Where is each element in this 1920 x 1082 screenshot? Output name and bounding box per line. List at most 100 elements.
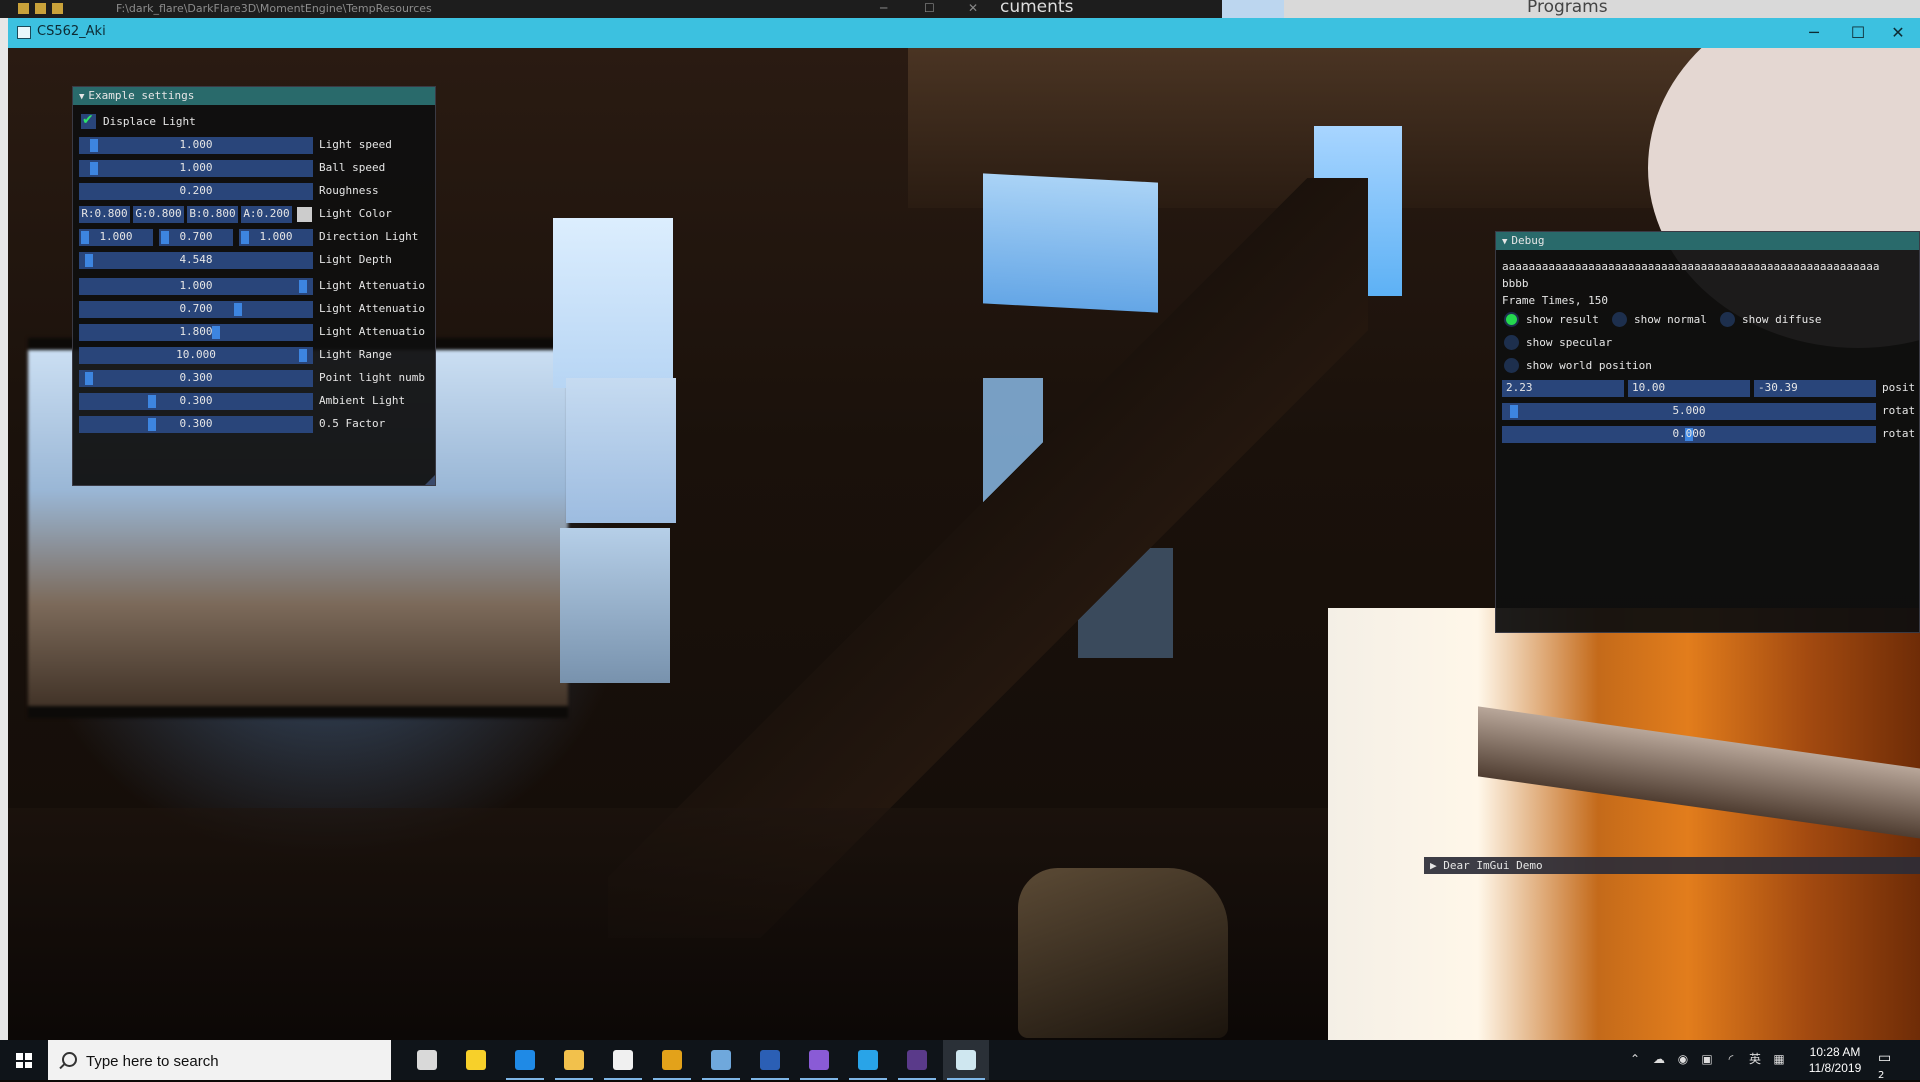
show-result-radio[interactable] [1504, 312, 1519, 327]
light-attenuation-2-slider[interactable]: 0.700 [79, 301, 313, 318]
direction-light-x-slider[interactable]: 1.000 [79, 229, 153, 246]
background-minimize-icon[interactable]: ─ [880, 1, 887, 15]
taskbar-app-steam[interactable] [698, 1040, 744, 1080]
roughness-slider[interactable]: 0.200 [79, 183, 313, 200]
clock[interactable]: 10:28 AM 11/8/2019 [1800, 1044, 1870, 1076]
mail-icon [613, 1050, 633, 1070]
taskbar-app-vscode[interactable] [845, 1040, 891, 1080]
background-window-edge [1222, 0, 1284, 18]
debug-text-line-1: aaaaaaaaaaaaaaaaaaaaaaaaaaaaaaaaaaaaaaaa… [1502, 260, 1880, 273]
position-y-field[interactable]: 10.00 [1628, 380, 1750, 397]
ambient-light-slider[interactable]: 0.300 [79, 393, 313, 410]
rotation-2-slider[interactable]: 0.000 [1502, 426, 1876, 443]
keyboard-icon[interactable]: ▦ [1772, 1052, 1786, 1066]
collapse-triangle-icon[interactable]: ▼ [79, 92, 84, 102]
position-x-field[interactable]: 2.23 [1502, 380, 1624, 397]
example-settings-panel[interactable]: ▼ Example settings ✔ Displace Light 1.000… [72, 86, 436, 486]
taskbar-app-edge[interactable] [502, 1040, 548, 1080]
light-attenuation-1-slider[interactable]: 1.000 [79, 278, 313, 295]
notification-center-icon[interactable]: ▭ 2 [1878, 1050, 1898, 1081]
minimize-button[interactable]: ─ [1792, 20, 1836, 46]
collapse-triangle-icon[interactable]: ▼ [1502, 237, 1507, 247]
show-diffuse-radio[interactable] [1720, 312, 1735, 327]
slider-value: 0.300 [179, 417, 213, 430]
device-icon[interactable]: ▣ [1700, 1052, 1714, 1066]
edge-icon [515, 1050, 535, 1070]
displace-light-checkbox[interactable]: ✔ [81, 112, 96, 129]
color-g-value: G:0.800 [135, 207, 182, 220]
taskbar-search[interactable] [48, 1040, 391, 1080]
expand-triangle-icon[interactable]: ▶ [1430, 859, 1437, 872]
point-light-number-slider[interactable]: 0.300 [79, 370, 313, 387]
background-documents-window[interactable]: cuments [1000, 0, 1222, 18]
light-color-r-field[interactable]: R:0.800 [79, 206, 130, 223]
light-depth-slider[interactable]: 4.548 [79, 252, 313, 269]
point-light-number-label: Point light numb [319, 371, 425, 384]
show-diffuse-label: show diffuse [1742, 313, 1822, 326]
taskbar-app-mail[interactable] [600, 1040, 646, 1080]
maximize-button[interactable]: ☐ [1836, 20, 1880, 46]
show-normal-radio[interactable] [1612, 312, 1627, 327]
light-color-label: Light Color [319, 207, 392, 220]
window-titlebar[interactable]: CS562_Aki ─ ☐ ✕ [8, 18, 1920, 48]
background-close-icon[interactable]: ✕ [968, 1, 978, 15]
background-window-left-edge [0, 18, 8, 1040]
position-z-value: -30.39 [1758, 381, 1798, 394]
show-specular-radio[interactable] [1504, 335, 1519, 350]
direction-light-y-slider[interactable]: 0.700 [159, 229, 233, 246]
slider-value: 10.000 [176, 348, 216, 361]
slider-value: 0.300 [179, 394, 213, 407]
light-range-slider[interactable]: 10.000 [79, 347, 313, 364]
start-button[interactable] [0, 1040, 48, 1080]
ime-indicator[interactable]: 英 [1748, 1052, 1762, 1066]
taskbar-app-file-explorer[interactable] [551, 1040, 597, 1080]
rotation-1-slider[interactable]: 5.000 [1502, 403, 1876, 420]
slider-value: 0.200 [179, 184, 213, 197]
direction-light-z-slider[interactable]: 1.000 [239, 229, 313, 246]
light-color-a-field[interactable]: A:0.200 [241, 206, 292, 223]
light-speed-slider[interactable]: 1.000 [79, 137, 313, 154]
close-button[interactable]: ✕ [1876, 20, 1920, 46]
light-attenuation-3-slider[interactable]: 1.800 [79, 324, 313, 341]
rotation-2-label: rotat [1882, 427, 1916, 440]
chevron-up-icon[interactable]: ⌃ [1628, 1052, 1642, 1066]
taskbar-app-sticky-notes[interactable] [453, 1040, 499, 1080]
taskbar-app-word[interactable] [747, 1040, 793, 1080]
ball-speed-slider[interactable]: 1.000 [79, 160, 313, 177]
light-range-label: Light Range [319, 348, 392, 361]
resize-grip-icon[interactable] [425, 475, 435, 485]
position-y-value: 10.00 [1632, 381, 1666, 394]
wifi-icon[interactable]: ◜ [1724, 1052, 1738, 1066]
dear-imgui-demo-collapsed[interactable]: ▶ Dear ImGui Demo [1424, 857, 1920, 874]
steam-icon [711, 1050, 731, 1070]
background-maximize-icon[interactable]: ☐ [924, 1, 935, 15]
example-settings-header[interactable]: ▼ Example settings [73, 87, 435, 105]
taskbar-app-cs562-app[interactable] [943, 1040, 989, 1080]
taskbar-app-visual-studio[interactable] [796, 1040, 842, 1080]
vpn-icon[interactable]: ◉ [1676, 1052, 1690, 1066]
background-programs-window[interactable]: Programs [1222, 0, 1920, 18]
documents-label: cuments [1000, 0, 1074, 17]
onedrive-icon[interactable]: ☁ [1652, 1052, 1666, 1066]
chrome-icon [662, 1050, 682, 1070]
light-color-swatch[interactable] [297, 207, 312, 222]
factor-slider[interactable]: 0.300 [79, 416, 313, 433]
folder-icon [35, 3, 46, 14]
debug-panel[interactable]: ▼ Debug aaaaaaaaaaaaaaaaaaaaaaaaaaaaaaaaa… [1495, 231, 1920, 633]
light-color-b-field[interactable]: B:0.800 [187, 206, 238, 223]
taskbar-app-chrome[interactable] [649, 1040, 695, 1080]
debug-header[interactable]: ▼ Debug [1496, 232, 1919, 250]
slider-value: 0.700 [179, 302, 213, 315]
position-z-field[interactable]: -30.39 [1754, 380, 1876, 397]
scene-chair [1018, 868, 1228, 1038]
factor-label: 0.5 Factor [319, 417, 386, 430]
search-input[interactable] [84, 1049, 368, 1073]
taskbar-app-task-view[interactable] [404, 1040, 450, 1080]
light-color-g-field[interactable]: G:0.800 [133, 206, 184, 223]
sticky-notes-icon [466, 1050, 486, 1070]
taskbar-app-terminal-app[interactable] [894, 1040, 940, 1080]
show-world-position-radio[interactable] [1504, 358, 1519, 373]
taskbar: ⌃ ☁ ◉ ▣ ◜ 英 ▦ 10:28 AM 11/8/2019 ▭ 2 [0, 1040, 1920, 1081]
color-r-value: R:0.800 [81, 207, 128, 220]
slider-value: 0.700 [179, 230, 213, 243]
